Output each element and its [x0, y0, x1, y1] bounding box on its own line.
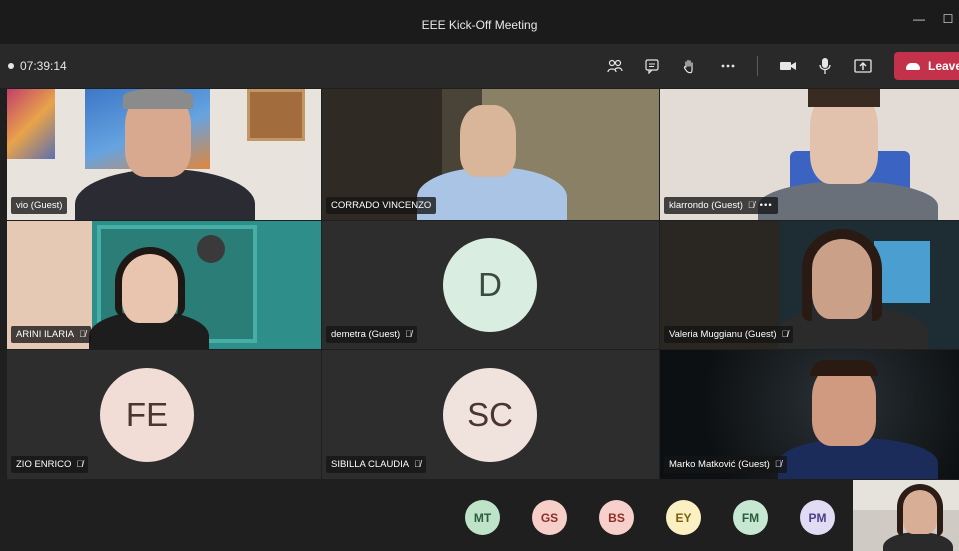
chat-icon[interactable] [640, 54, 664, 78]
avatar-initials: FM [741, 510, 760, 525]
avatar-initials: BS [608, 510, 625, 525]
participant-name-label: ARINI ILARIA 🎙̸ [11, 326, 91, 343]
minimize-button[interactable]: — [911, 12, 927, 28]
participant-name-label: vio (Guest) [11, 197, 68, 214]
participant-avatar: FE [100, 368, 194, 462]
title-bar: EEE Kick-Off Meeting — ☐ [0, 0, 959, 44]
participant-avatar-small[interactable]: BS [599, 500, 634, 535]
participant-hair [810, 360, 878, 376]
share-screen-icon[interactable] [851, 54, 875, 78]
avatar-initials: MT [473, 510, 492, 525]
call-timer: 07:39:14 [8, 59, 67, 73]
raise-hand-icon[interactable] [677, 54, 701, 78]
video-tile[interactable]: Valeria Muggianu (Guest) 🎙̸ [660, 221, 959, 349]
video-tile[interactable]: klarrondo (Guest) 🎙̸ ••• [660, 89, 959, 220]
mic-muted-icon: 🎙̸ [747, 200, 755, 210]
wall-painting [7, 89, 55, 159]
avatar-initials: GS [540, 510, 559, 525]
participant-name-label: ZIO ENRICO 🎙̸ [11, 456, 89, 473]
video-tile[interactable]: ARINI ILARIA 🎙̸ [7, 221, 321, 349]
participant-name-label: CORRADO VINCENZO [326, 197, 437, 214]
participant-avatar-small[interactable]: GS [532, 500, 567, 535]
self-video-preview[interactable] [853, 480, 959, 551]
call-duration: 07:39:14 [20, 59, 67, 73]
participant-face [460, 105, 516, 177]
wall-painting [247, 89, 305, 141]
participant-avatar-small[interactable]: MT [465, 500, 500, 535]
meeting-toolbar: 07:39:14 Leave [0, 44, 959, 88]
participant-avatar: SC [443, 368, 537, 462]
video-tile[interactable]: vio (Guest) [7, 89, 321, 220]
mic-muted-icon: 🎙̸ [76, 459, 84, 469]
participant-body [758, 181, 938, 220]
participant-face [812, 364, 876, 446]
participant-hair [802, 229, 882, 321]
more-options-icon[interactable] [716, 54, 740, 78]
participant-name: klarrondo (Guest) [669, 200, 743, 211]
participant-name: ZIO ENRICO [16, 459, 72, 470]
overflow-participants-bar: MT GS BS EY FM PM [7, 479, 959, 551]
participant-hair [115, 247, 185, 317]
camera-icon[interactable] [776, 54, 800, 78]
mic-muted-icon: 🎙̸ [79, 329, 86, 339]
leave-label: Leave [928, 59, 959, 73]
video-tile[interactable]: Marko Matković (Guest) 🎙̸ [660, 350, 959, 479]
more-options-icon[interactable]: ••• [760, 200, 773, 211]
avatar-initials: EY [675, 510, 692, 525]
participant-avatar-small[interactable]: EY [666, 500, 701, 535]
participant-name: vio (Guest) [16, 200, 63, 211]
video-tile[interactable]: SC SIBILLA CLAUDIA 🎙̸ [322, 350, 659, 479]
participants-icon[interactable] [603, 54, 627, 78]
participant-name-label: SIBILLA CLAUDIA 🎙̸ [326, 456, 426, 473]
mic-icon[interactable] [813, 54, 837, 78]
video-tile[interactable]: FE ZIO ENRICO 🎙̸ [7, 350, 321, 479]
mic-muted-icon: 🎙̸ [781, 329, 789, 339]
participant-name: ARINI ILARIA [16, 329, 75, 340]
window-light [874, 241, 930, 303]
participant-name: Marko Matković (Guest) [669, 459, 770, 470]
hang-up-icon [906, 62, 920, 70]
participant-name: CORRADO VINCENZO [331, 200, 432, 211]
participant-name-label: Valeria Muggianu (Guest) 🎙̸ [664, 326, 794, 343]
mic-muted-icon: 🎙̸ [414, 459, 421, 469]
recording-dot-icon [8, 63, 14, 69]
video-tile[interactable]: CORRADO VINCENZO [322, 89, 659, 220]
participant-avatar-small[interactable]: PM [800, 500, 835, 535]
mic-muted-icon: 🎙̸ [405, 329, 412, 339]
toolbar-divider [757, 56, 758, 76]
participant-hair [808, 89, 880, 107]
participant-hair [897, 484, 943, 536]
video-tile[interactable]: D demetra (Guest) 🎙̸ [322, 221, 659, 349]
window-title: EEE Kick-Off Meeting [421, 18, 538, 32]
maximize-button[interactable]: ☐ [940, 12, 956, 28]
participant-name-label: Marko Matković (Guest) 🎙̸ [664, 456, 787, 473]
avatar-initials: PM [808, 510, 827, 525]
participant-name-label: klarrondo (Guest) 🎙̸ ••• [664, 197, 778, 214]
participant-name-label: demetra (Guest) 🎙̸ [326, 326, 417, 343]
decorative-object [197, 235, 225, 263]
participant-name: Valeria Muggianu (Guest) [669, 329, 777, 340]
mic-muted-icon: 🎙̸ [774, 459, 782, 469]
participant-name: demetra (Guest) [331, 329, 401, 340]
participant-hair [123, 89, 193, 109]
participant-avatar: D [443, 238, 537, 332]
leave-button[interactable]: Leave [894, 52, 959, 80]
participant-avatar-small[interactable]: FM [733, 500, 768, 535]
video-grid: vio (Guest) CORRADO VINCENZO klarrondo (… [7, 89, 959, 479]
participant-name: SIBILLA CLAUDIA [331, 459, 410, 470]
